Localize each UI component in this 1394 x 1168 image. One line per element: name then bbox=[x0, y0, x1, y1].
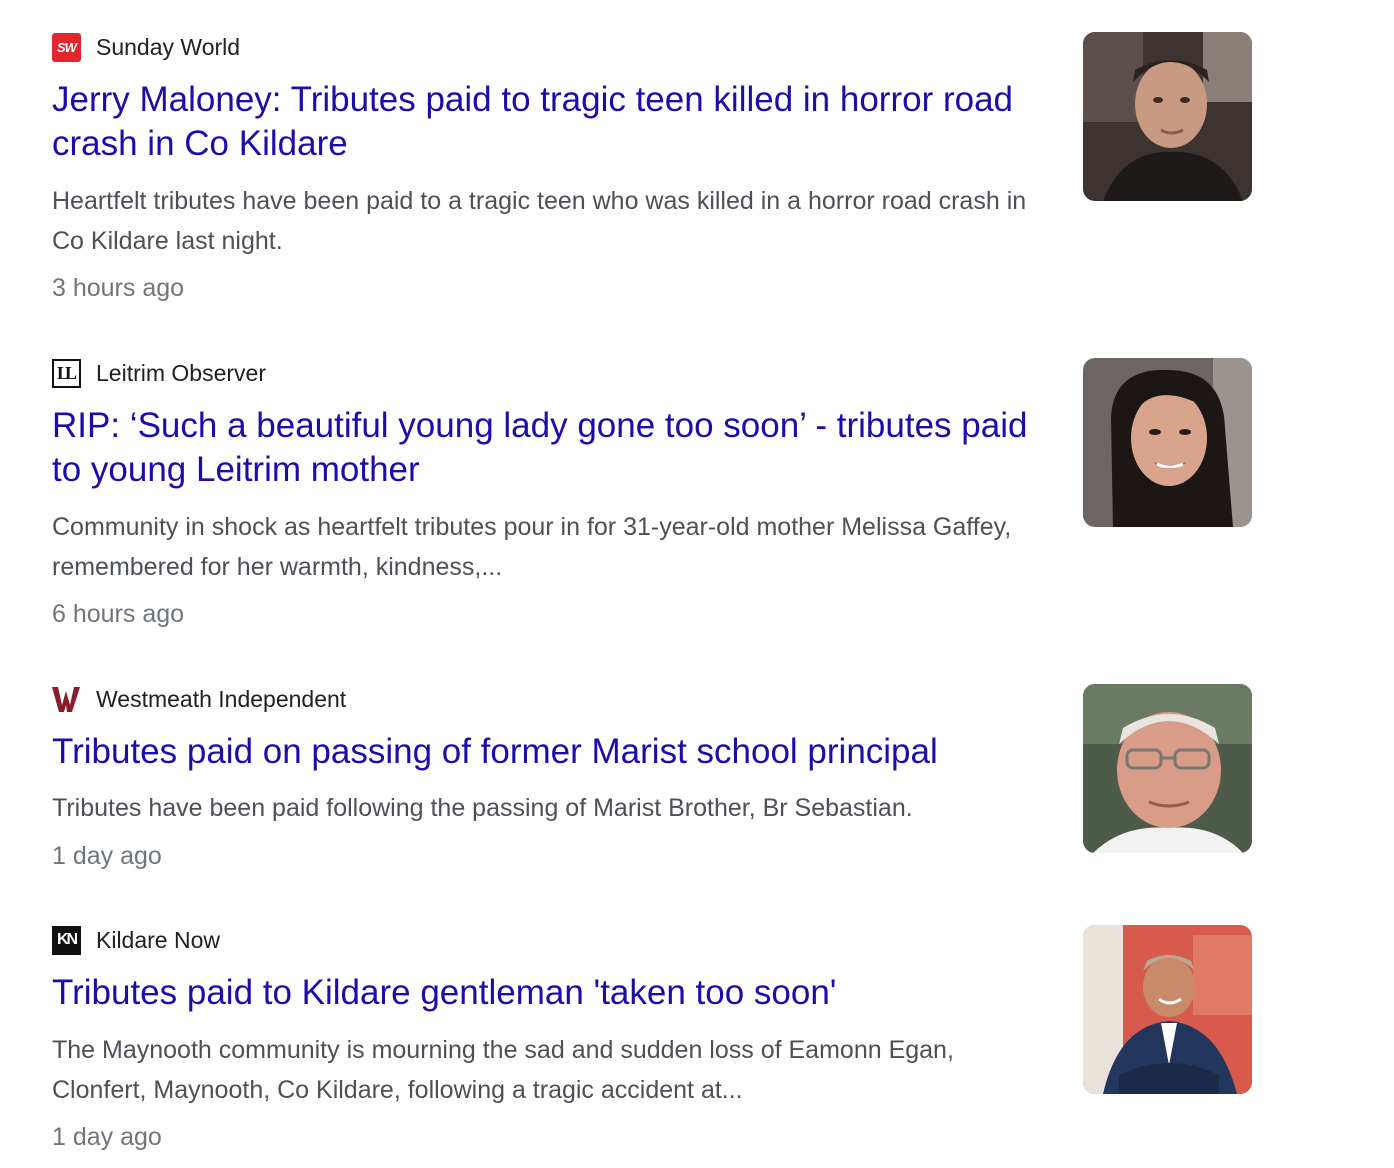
thumbnail-image[interactable] bbox=[1083, 684, 1252, 853]
source-name: Sunday World bbox=[96, 33, 241, 60]
timestamp: 6 hours ago bbox=[52, 600, 185, 628]
news-card[interactable]: SW Sunday World Jerry Maloney: Tributes … bbox=[52, 32, 1252, 307]
westmeath-independent-logo-icon bbox=[52, 685, 81, 714]
source-name: Kildare Now bbox=[96, 926, 220, 953]
thumbnail-image[interactable] bbox=[1083, 925, 1252, 1094]
news-card[interactable]: Westmeath Independent Tributes paid on p… bbox=[52, 684, 1252, 874]
headline-link[interactable]: Tributes paid to Kildare gentleman 'take… bbox=[52, 971, 1042, 1015]
leitrim-observer-logo-icon: LL bbox=[52, 358, 81, 388]
source-row: LL Leitrim Observer bbox=[52, 358, 266, 388]
thumbnail-image[interactable] bbox=[1083, 358, 1252, 527]
source-row: KN Kildare Now bbox=[52, 925, 220, 955]
headline-link[interactable]: RIP: ‘Such a beautiful young lady gone t… bbox=[52, 404, 1042, 492]
news-card[interactable]: LL Leitrim Observer RIP: ‘Such a beautif… bbox=[52, 358, 1252, 633]
timestamp: 1 day ago bbox=[52, 1123, 162, 1151]
sunday-world-logo-icon: SW bbox=[52, 32, 81, 62]
thumbnail-image[interactable] bbox=[1083, 32, 1252, 201]
source-name: Leitrim Observer bbox=[96, 359, 266, 386]
snippet: Heartfelt tributes have been paid to a t… bbox=[52, 187, 1027, 255]
snippet: Community in shock as heartfelt tributes… bbox=[52, 513, 1012, 581]
source-row: Westmeath Independent bbox=[52, 684, 346, 714]
source-name: Westmeath Independent bbox=[96, 685, 347, 712]
timestamp: 1 day ago bbox=[52, 842, 162, 870]
news-feed: SW Sunday World Jerry Maloney: Tributes … bbox=[0, 0, 1394, 1168]
kildare-now-logo-icon: KN bbox=[52, 925, 81, 955]
news-card[interactable]: KN Kildare Now Tributes paid to Kildare … bbox=[52, 925, 1252, 1168]
source-row: SW Sunday World bbox=[52, 32, 240, 62]
snippet: The Maynooth community is mourning the s… bbox=[52, 1036, 954, 1104]
timestamp: 3 hours ago bbox=[52, 274, 185, 302]
headline-link[interactable]: Jerry Maloney: Tributes paid to tragic t… bbox=[52, 78, 1042, 166]
snippet: Tributes have been paid following the pa… bbox=[52, 794, 913, 822]
headline-link[interactable]: Tributes paid on passing of former Maris… bbox=[52, 730, 1042, 774]
